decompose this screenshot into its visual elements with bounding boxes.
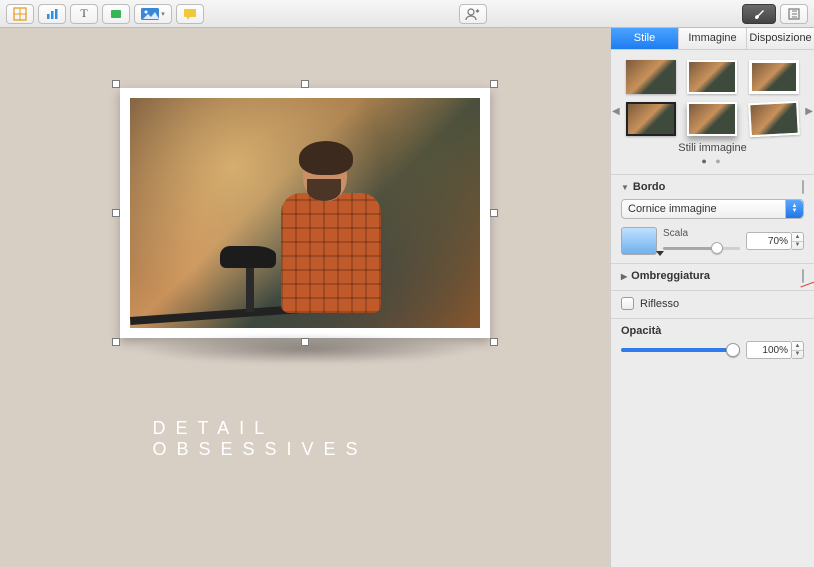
opacity-section: Opacità 100% ▲▼ — [611, 318, 814, 367]
style-thumb-3[interactable] — [749, 60, 799, 94]
resize-handle-t[interactable] — [301, 80, 309, 88]
opacity-slider[interactable] — [621, 342, 740, 358]
frame-preview-button[interactable] — [621, 227, 657, 255]
toolbar-table-button[interactable] — [6, 4, 34, 24]
style-thumb-1[interactable] — [626, 60, 676, 94]
disclosure-triangle-icon[interactable]: ▼ — [621, 183, 629, 192]
opacity-value-text: 100% — [762, 345, 788, 356]
collab-icon — [465, 7, 481, 21]
opacity-title: Opacità — [621, 325, 804, 337]
tab-style[interactable]: Stile — [611, 28, 679, 49]
shadow-swatch-none[interactable] — [802, 269, 804, 283]
reflection-checkbox[interactable] — [621, 297, 634, 310]
shadow-title: Ombreggiatura — [631, 270, 710, 282]
chart-icon — [45, 7, 59, 21]
toolbar-text-button[interactable]: T — [70, 4, 98, 24]
resize-handle-bl[interactable] — [112, 338, 120, 346]
style-thumb-2[interactable] — [687, 60, 737, 94]
format-inspector: Stile Immagine Disposizione ◀ ▶ Stili im… — [610, 28, 814, 567]
image-styles-label: Stili immagine — [625, 142, 800, 154]
toolbar-document-button[interactable] — [780, 4, 808, 24]
opacity-value-field[interactable]: 100% — [746, 341, 792, 359]
stepper-up-icon: ▲ — [792, 342, 803, 351]
scale-value-field[interactable]: 70% — [746, 232, 792, 250]
media-icon — [141, 7, 159, 21]
scale-value-text: 70% — [768, 236, 788, 247]
resize-handle-br[interactable] — [490, 338, 498, 346]
selected-image[interactable] — [120, 88, 490, 338]
table-icon — [13, 7, 27, 21]
shadow-section: ▶ Ombreggiatura — [611, 263, 814, 290]
style-thumb-6[interactable] — [748, 101, 800, 138]
border-type-dropdown[interactable]: Cornice immagine ▲▼ — [621, 199, 804, 219]
border-style-swatch[interactable] — [802, 180, 804, 194]
stepper-up-icon: ▲ — [792, 233, 803, 242]
styles-next-arrow[interactable]: ▶ — [805, 106, 813, 117]
disclosure-triangle-icon[interactable]: ▶ — [621, 272, 627, 281]
image-content — [120, 88, 490, 338]
stepper-down-icon: ▼ — [792, 351, 803, 359]
style-thumb-5[interactable] — [687, 102, 737, 136]
image-shadow — [135, 334, 475, 364]
resize-handle-r[interactable] — [490, 209, 498, 217]
resize-handle-tr[interactable] — [490, 80, 498, 88]
tab-image[interactable]: Immagine — [679, 28, 747, 49]
main-area: DETAIL OBSESSIVES Stile Immagine Disposi… — [0, 28, 814, 567]
toolbar-chart-button[interactable] — [38, 4, 66, 24]
reflection-label: Riflesso — [640, 298, 679, 310]
paintbrush-icon — [752, 7, 766, 21]
scale-stepper[interactable]: ▲▼ — [792, 232, 804, 250]
scale-label: Scala — [663, 228, 740, 239]
resize-handle-l[interactable] — [112, 209, 120, 217]
slide-canvas[interactable]: DETAIL OBSESSIVES — [0, 28, 610, 567]
scale-slider[interactable] — [663, 241, 740, 255]
comment-icon — [183, 7, 197, 21]
toolbar-format-button[interactable] — [742, 4, 776, 24]
styles-prev-arrow[interactable]: ◀ — [612, 106, 620, 117]
opacity-stepper[interactable]: ▲▼ — [792, 341, 804, 359]
toolbar-collab-button[interactable] — [459, 4, 487, 24]
toolbar-media-button[interactable]: ▾ — [134, 4, 172, 24]
resize-handle-tl[interactable] — [112, 80, 120, 88]
image-styles-grid: ◀ ▶ Stili immagine ● ● — [611, 50, 814, 174]
inspector-tabs: Stile Immagine Disposizione — [611, 28, 814, 50]
toolbar: T ▾ — [0, 0, 814, 28]
stepper-down-icon: ▼ — [792, 242, 803, 250]
toolbar-comment-button[interactable] — [176, 4, 204, 24]
text-icon: T — [80, 6, 87, 21]
style-thumb-4[interactable] — [626, 102, 676, 136]
border-title: Bordo — [633, 181, 665, 193]
shape-icon — [109, 7, 123, 21]
tab-arrange[interactable]: Disposizione — [747, 28, 814, 49]
panel-icon — [787, 7, 801, 21]
dropdown-arrows-icon: ▲▼ — [785, 200, 803, 218]
border-section: ▼ Bordo Cornice immagine ▲▼ Scala 70% — [611, 174, 814, 263]
toolbar-shape-button[interactable] — [102, 4, 130, 24]
reflection-section: Riflesso — [611, 290, 814, 318]
border-type-value: Cornice immagine — [628, 203, 717, 215]
chevron-down-icon: ▾ — [161, 10, 165, 18]
styles-page-dots[interactable]: ● ● — [625, 156, 800, 166]
slide-caption[interactable]: DETAIL OBSESSIVES — [153, 418, 458, 460]
